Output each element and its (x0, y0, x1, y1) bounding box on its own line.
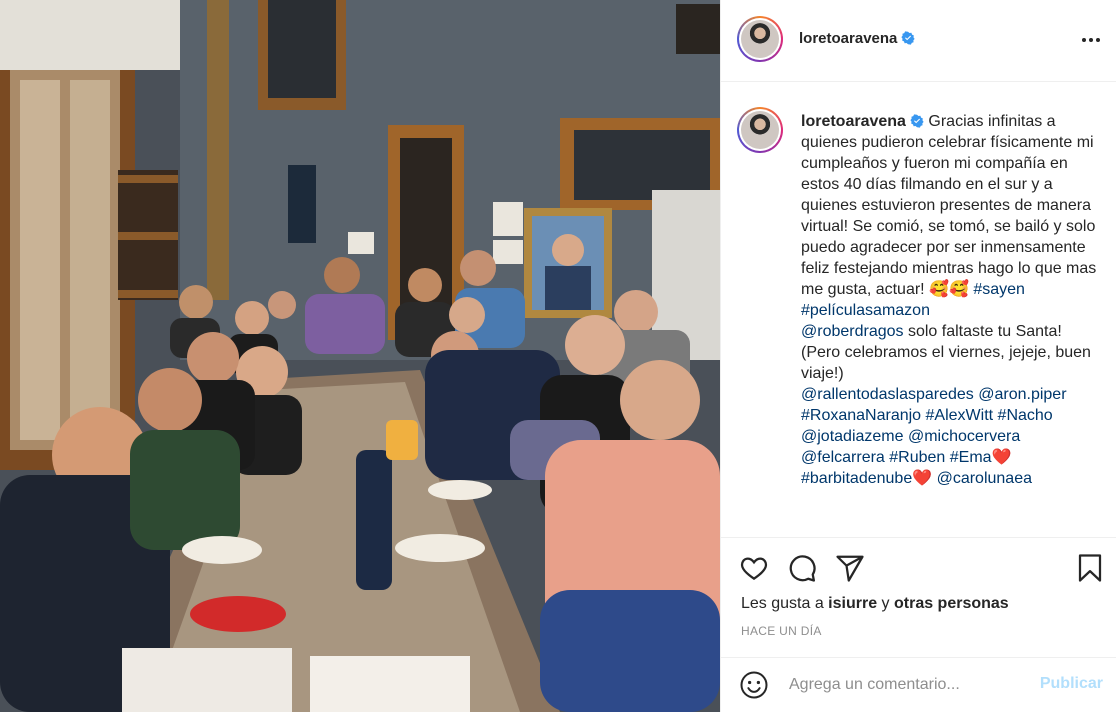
post-sidebar: loretoaravena loretoaravena Gracias infi… (720, 0, 1116, 712)
caption-avatar[interactable] (737, 107, 783, 153)
caption-text: loretoaravena Gracias infinitas a quiene… (801, 111, 1101, 489)
caption-section: loretoaravena Gracias infinitas a quiene… (721, 83, 1116, 537)
post-actions: Les gusta a isiurre y otras personas HAC… (721, 537, 1116, 657)
caption-body: Gracias infinitas a quienes pudieron cel… (801, 113, 1101, 298)
author-username[interactable]: loretoaravena (799, 30, 916, 47)
caption-mention[interactable]: @roberdragos (801, 323, 904, 340)
caption-tags[interactable]: @rallentodaslasparedes @aron.piper #Roxa… (801, 386, 1071, 487)
emoji-icon[interactable] (739, 670, 769, 700)
verified-badge-icon (901, 31, 916, 45)
more-options-icon[interactable] (1079, 28, 1103, 52)
comment-bar: Publicar (721, 657, 1116, 712)
likes-others-link[interactable]: otras personas (894, 595, 1009, 612)
publish-button[interactable]: Publicar (1040, 675, 1103, 693)
post-photo[interactable] (0, 0, 720, 712)
post-header: loretoaravena (721, 0, 1116, 82)
verified-badge-icon (910, 114, 924, 128)
comment-input[interactable] (789, 668, 1029, 702)
caption-username[interactable]: loretoaravena (801, 113, 906, 130)
group-dinner-photo (0, 0, 720, 712)
author-avatar[interactable] (737, 16, 783, 62)
likes-summary: Les gusta a isiurre y otras personas (741, 595, 1009, 612)
bookmark-icon[interactable] (1075, 553, 1105, 583)
heart-icon[interactable] (739, 553, 769, 583)
comment-icon[interactable] (787, 553, 817, 583)
liker-username[interactable]: isiurre (828, 595, 877, 612)
post-date[interactable]: HACE UN DÍA (741, 624, 822, 638)
share-icon[interactable] (835, 553, 865, 583)
